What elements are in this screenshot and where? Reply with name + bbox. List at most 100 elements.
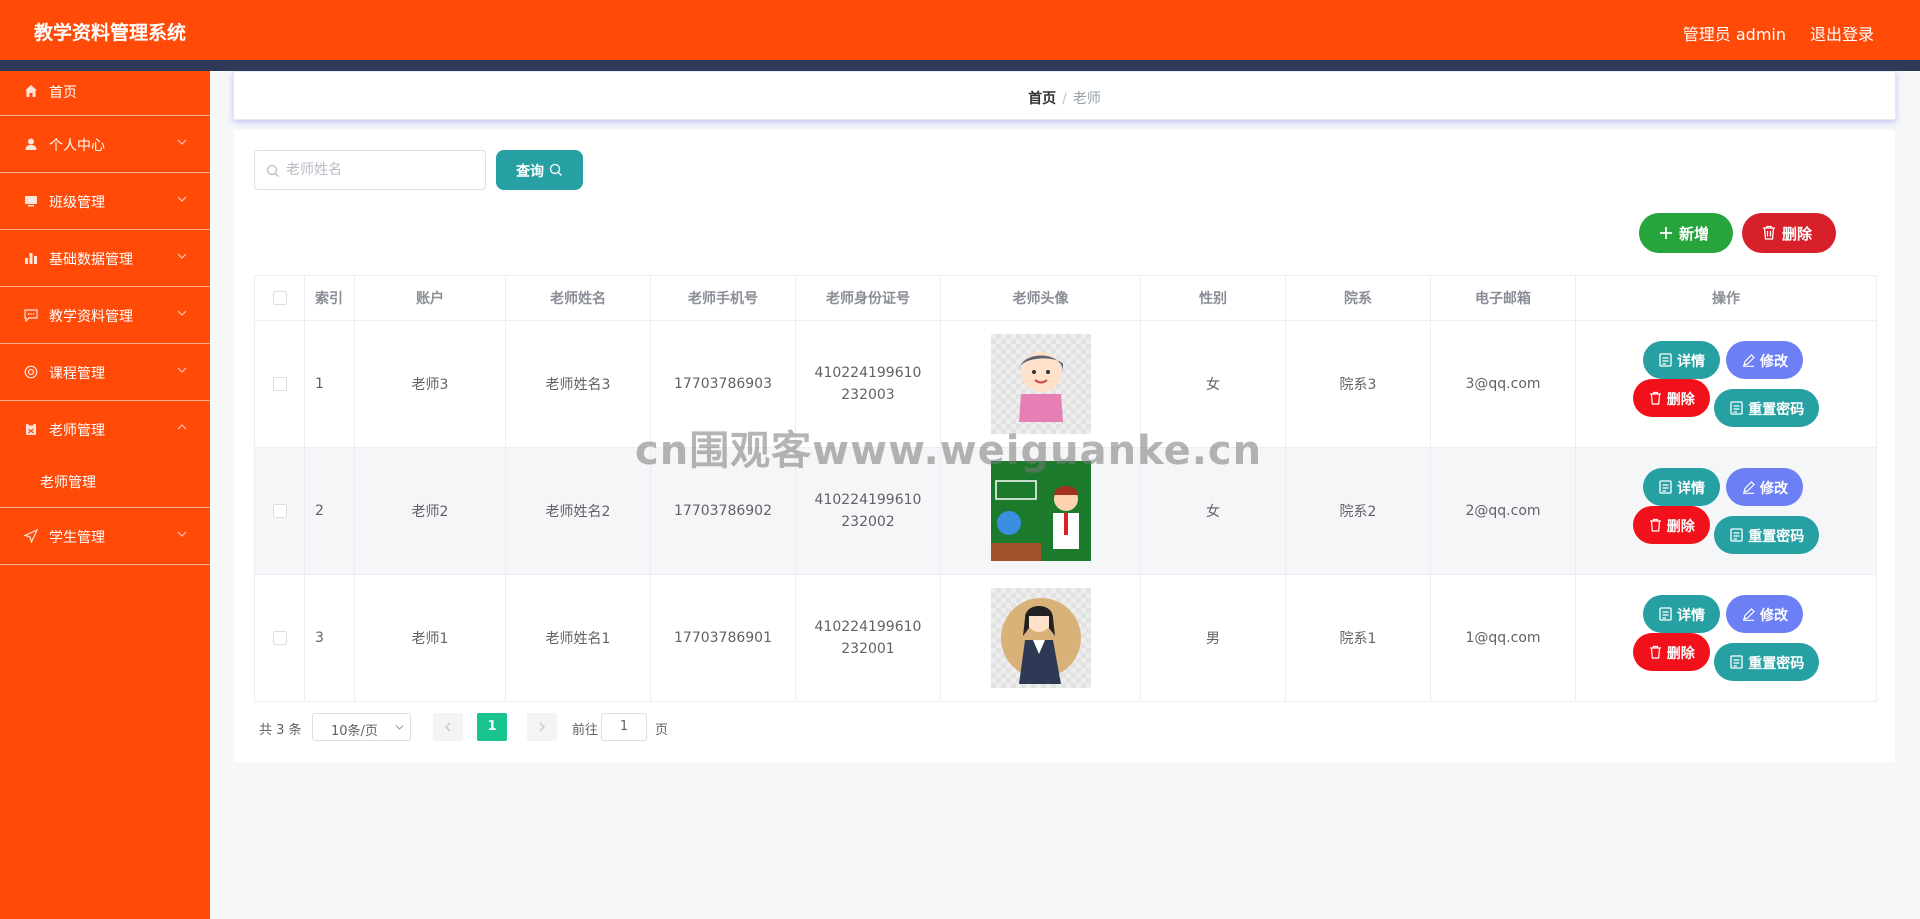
detail-button[interactable]: 详情 [1643,468,1720,506]
column-header: 院系 [1285,275,1431,321]
lifebuoy-icon [24,365,38,379]
reset-password-button[interactable]: 重置密码 [1714,389,1820,427]
cell-account: 老师1 [354,574,506,702]
chevron-up-icon [177,424,187,430]
detail-button[interactable]: 详情 [1643,595,1720,633]
edit-button[interactable]: 修改 [1726,595,1803,633]
cell-dept: 院系1 [1285,574,1431,702]
breadcrumb-current: 老师 [1072,91,1101,107]
cell-index: 3 [304,574,355,702]
search-field[interactable] [254,150,486,190]
cell-idcard-wrap: 410224199610232002 [795,447,941,575]
teacher-name-search-input[interactable] [286,160,476,180]
logout-link[interactable]: 退出登录 [1810,21,1874,45]
document-icon [1730,401,1743,415]
header-divider [0,60,1920,71]
cell-index: 1 [304,320,355,448]
query-button[interactable]: 查询 [496,150,583,190]
cell-account: 老师2 [354,447,506,575]
row-actions: 详情 修改删除 重置密码 [1606,468,1846,554]
column-header: 性别 [1140,275,1286,321]
sidebar-item-label: 教学资料管理 [49,309,133,325]
chevron-down-icon [177,139,187,145]
detail-button[interactable]: 详情 [1643,341,1720,379]
reset-password-button[interactable]: 重置密码 [1714,643,1820,681]
table-header-row: 索引 账户 老师姓名 老师手机号 老师身份证号 老师头像 性别 院系 电子邮箱 … [254,275,1877,321]
select-all-cell [254,275,305,321]
trash-icon [1649,518,1661,532]
page-number-current[interactable]: 1 [477,713,507,741]
cell-gender: 女 [1140,447,1286,575]
teacher-avatar-image[interactable] [990,461,1091,561]
cell-actions: 详情 修改删除 重置密码 [1575,320,1877,448]
sidebar-item-student[interactable]: 学生管理 [0,508,210,565]
detail-button-label: 详情 [1677,354,1705,370]
chevron-right-icon [539,722,545,732]
prev-page-button[interactable] [433,713,463,741]
pencil-icon [1743,354,1755,367]
sidebar-item-label: 学生管理 [49,530,105,546]
cell-dept: 院系3 [1285,320,1431,448]
sidebar-item-personal[interactable]: 个人中心 [0,116,210,173]
delete-button-label: 删除 [1666,519,1695,535]
row-checkbox[interactable] [272,377,287,391]
column-header: 账户 [354,275,506,321]
sidebar-item-label: 老师管理 [49,423,105,439]
sidebar-item-basic-data[interactable]: 基础数据管理 [0,230,210,287]
cell-avatar [940,574,1141,702]
breadcrumb-separator: / [1062,91,1067,107]
teacher-avatar-image[interactable] [990,334,1091,434]
delete-button[interactable]: 删除 [1632,633,1710,671]
pencil-icon [1743,481,1755,494]
cell-email: 2@qq.com [1430,447,1576,575]
cell-avatar [940,320,1141,448]
add-button[interactable]: 新增 [1639,213,1733,253]
delete-button[interactable]: 删除 [1632,506,1710,544]
edit-button-label: 修改 [1760,608,1788,624]
search-icon [549,163,562,176]
sidebar-item-teaching-materials[interactable]: 教学资料管理 [0,287,210,344]
next-page-button[interactable] [527,713,557,741]
sidebar-subitem-teacher-manage[interactable]: 老师管理 [0,458,210,508]
row-checkbox[interactable] [272,504,287,518]
batch-delete-button-label: 删除 [1782,225,1813,243]
delete-button[interactable]: 删除 [1632,379,1710,417]
breadcrumb-home[interactable]: 首页 [1028,91,1056,107]
cell-email: 3@qq.com [1430,320,1576,448]
sidebar-item-class[interactable]: 班级管理 [0,173,210,230]
trash-icon [1649,391,1661,405]
query-button-label: 查询 [516,164,544,180]
teacher-table: 索引 账户 老师姓名 老师手机号 老师身份证号 老师头像 性别 院系 电子邮箱 … [254,275,1877,702]
user-icon [25,138,37,150]
chevron-down-icon [395,725,404,730]
chevron-down-icon [177,531,187,537]
edit-button[interactable]: 修改 [1726,341,1803,379]
document-icon [1659,353,1672,367]
cell-idcard: 410224199610232001 [814,619,922,657]
column-header: 老师姓名 [505,275,651,321]
document-icon [1659,480,1672,494]
cell-gender: 男 [1140,574,1286,702]
sidebar-item-course[interactable]: 课程管理 [0,344,210,401]
cell-name: 老师姓名3 [505,320,651,448]
content-panel: 查询 新增 删除 索引 账户 老师姓名 老师手机号 老师身份证号 老师头像 性别… [234,130,1895,762]
column-header: 电子邮箱 [1430,275,1576,321]
sidebar-item-teacher[interactable]: 老师管理 [0,401,210,458]
goto-page-input[interactable]: 1 [601,713,647,741]
sidebar-item-label: 课程管理 [49,366,105,382]
sidebar-item-home[interactable]: 首页 [0,71,210,116]
page-size-select[interactable]: 10条/页 [312,713,411,741]
select-all-checkbox[interactable] [272,291,287,305]
reset-password-button[interactable]: 重置密码 [1714,516,1820,554]
teacher-avatar-image[interactable] [990,588,1091,688]
batch-delete-button[interactable]: 删除 [1742,213,1836,253]
sidebar-item-label: 首页 [49,85,77,101]
row-checkbox[interactable] [272,631,287,645]
chat-icon [24,309,38,322]
column-header: 操作 [1575,275,1877,321]
column-header: 老师身份证号 [795,275,941,321]
detail-button-label: 详情 [1677,481,1705,497]
delete-button-label: 删除 [1666,392,1695,408]
trash-icon [1649,645,1661,659]
edit-button[interactable]: 修改 [1726,468,1803,506]
